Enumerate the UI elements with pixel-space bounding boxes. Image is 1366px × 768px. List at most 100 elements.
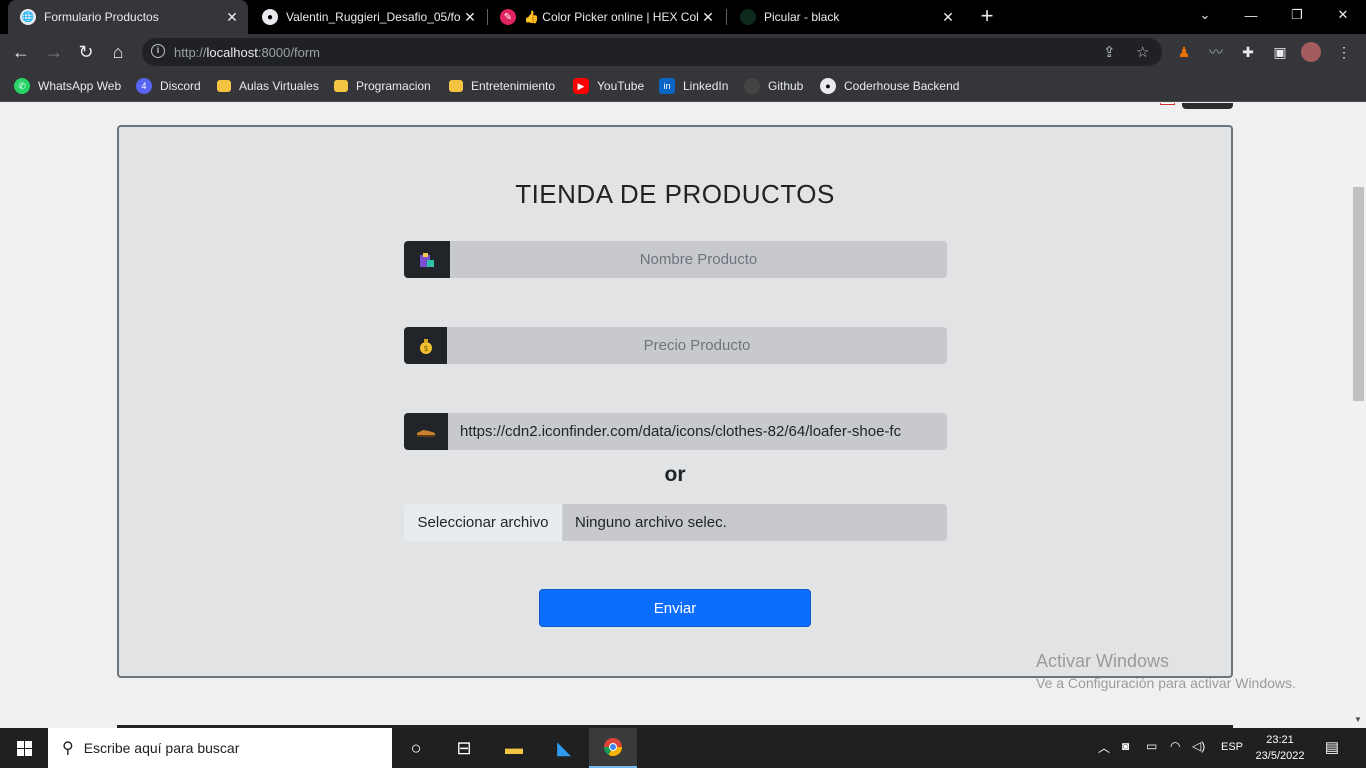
profile-avatar[interactable]	[1301, 42, 1321, 62]
picular-icon: ●	[740, 9, 756, 25]
language-indicator[interactable]: ESP	[1221, 741, 1243, 753]
bookmark-programacion[interactable]: Programacion	[334, 77, 431, 95]
file-upload-group[interactable]: Seleccionar archivo Ninguno archivo sele…	[404, 504, 947, 541]
coderhouse-icon: ●	[820, 78, 836, 94]
system-clock[interactable]: 23:21 23/5/2022	[1252, 732, 1308, 764]
extension-wave-icon[interactable]: 〰	[1206, 42, 1226, 62]
product-price-group: $	[404, 327, 947, 364]
tab-github-repo[interactable]: ● Valentin_Ruggieri_Desafio_05/forr ✕	[250, 0, 486, 34]
bookmark-star-icon[interactable]: ☆	[1136, 43, 1149, 61]
page-scrollbar[interactable]: ▼	[1351, 103, 1366, 728]
github-icon	[744, 78, 760, 94]
search-icon: ⚲	[62, 740, 74, 757]
windows-logo-icon	[16, 740, 32, 756]
reload-button[interactable]: ↻	[74, 40, 98, 64]
folder-icon	[449, 80, 463, 92]
close-tab-icon[interactable]: ✕	[222, 9, 242, 26]
nav-cart-fragment[interactable]	[1160, 103, 1175, 105]
bookmark-entretenimiento[interactable]: Entretenimiento	[449, 77, 555, 95]
folder-icon	[334, 80, 348, 92]
cortana-icon[interactable]: ○	[392, 728, 440, 768]
bookmark-coderhouse[interactable]: ● Coderhouse Backend	[820, 77, 959, 95]
restore-button[interactable]: ❐	[1274, 0, 1320, 30]
browser-toolbar: ← → ↻ ⌂ i http://localhost:8000/form ⇪ ☆…	[0, 34, 1366, 70]
nav-button-fragment[interactable]	[1182, 103, 1233, 109]
vscode-icon[interactable]: ◣	[540, 728, 588, 768]
file-status-text: Ninguno archivo selec.	[563, 504, 947, 541]
bookmark-aulas-virtuales[interactable]: Aulas Virtuales	[217, 77, 319, 95]
start-button[interactable]	[0, 728, 48, 768]
folder-icon	[217, 80, 231, 92]
file-explorer-icon[interactable]: ▬	[490, 728, 538, 768]
taskbar-search[interactable]: ⚲ Escribe aquí para buscar	[48, 728, 392, 768]
address-bar[interactable]: i http://localhost:8000/form ⇪ ☆	[142, 38, 1162, 66]
close-tab-icon[interactable]: ✕	[698, 9, 718, 26]
activate-windows-watermark: Activar Windows Ve a Configuración para …	[1036, 651, 1296, 691]
svg-text:$: $	[423, 344, 428, 353]
page-title: TIENDA DE PRODUCTOS	[515, 179, 835, 209]
product-name-group	[404, 241, 947, 278]
submit-button[interactable]: Enviar	[539, 589, 811, 627]
page-viewport: TIENDA DE PRODUCTOS $	[0, 103, 1351, 728]
wifi-icon[interactable]: ◠	[1170, 739, 1180, 753]
tab-formulario-productos[interactable]: 🌐 Formulario Productos ✕	[8, 0, 248, 34]
tab-strip: 🌐 Formulario Productos ✕ ● Valentin_Rugg…	[0, 0, 1366, 34]
tab-title: Valentin_Ruggieri_Desafio_05/forr	[286, 10, 460, 24]
volume-icon[interactable]: ◁)	[1192, 739, 1205, 753]
close-tab-icon[interactable]: ✕	[460, 9, 480, 26]
product-name-input[interactable]	[450, 241, 947, 278]
product-image-url-group	[404, 413, 947, 450]
github-icon: ●	[262, 9, 278, 25]
taskbar-search-placeholder: Escribe aquí para buscar	[83, 740, 240, 756]
new-tab-button[interactable]: +	[976, 5, 998, 27]
bookmark-whatsapp[interactable]: ✆ WhatsApp Web	[14, 77, 121, 95]
tab-color-picker[interactable]: ✎ 👍 Color Picker online | HEX Colo ✕	[488, 0, 724, 34]
chrome-icon[interactable]	[589, 728, 637, 768]
bookmark-discord[interactable]: 4 Discord	[136, 77, 201, 95]
whatsapp-icon: ✆	[14, 78, 30, 94]
tab-picular[interactable]: ● Picular - black ✕	[728, 0, 964, 34]
select-file-button[interactable]: Seleccionar archivo	[404, 504, 563, 541]
youtube-icon: ▶	[573, 78, 589, 94]
shoe-icon	[404, 413, 448, 450]
home-button[interactable]: ⌂	[106, 40, 130, 64]
scroll-down-arrow-icon[interactable]: ▼	[1354, 715, 1362, 724]
discord-icon: 4	[136, 78, 152, 94]
or-separator: or	[664, 463, 686, 486]
product-image-url-input[interactable]	[448, 413, 947, 450]
windows-taskbar: ⚲ Escribe aquí para buscar ○ ⊟ ▬ ◣ ︿ ◙ ▭…	[0, 728, 1366, 768]
site-info-icon[interactable]: i	[151, 44, 165, 58]
close-tab-icon[interactable]: ✕	[938, 9, 958, 26]
package-icon	[404, 241, 450, 278]
task-view-icon[interactable]: ⊟	[440, 728, 488, 768]
extensions-puzzle-icon[interactable]: ✚	[1238, 42, 1258, 62]
side-panel-icon[interactable]: ▣	[1270, 42, 1290, 62]
menu-kebab-icon[interactable]: ⋮	[1334, 42, 1354, 62]
extension-icon[interactable]: ♟	[1174, 42, 1194, 62]
back-button[interactable]: ←	[9, 40, 33, 64]
notifications-icon[interactable]: ▤	[1320, 738, 1344, 758]
scrollbar-thumb[interactable]	[1353, 187, 1364, 401]
product-form-card: TIENDA DE PRODUCTOS $	[117, 125, 1233, 678]
tab-title: 👍 Color Picker online | HEX Colo	[524, 10, 698, 24]
product-price-input[interactable]	[447, 327, 947, 364]
tab-search-button[interactable]: ⌄	[1182, 0, 1228, 30]
money-bag-icon: $	[404, 327, 447, 364]
tab-title: Formulario Productos	[44, 10, 159, 24]
globe-icon: 🌐	[20, 9, 36, 25]
bookmarks-bar: ✆ WhatsApp Web 4 Discord Aulas Virtuales…	[0, 70, 1366, 102]
tab-title: Picular - black	[764, 10, 840, 24]
forward-button[interactable]: →	[42, 40, 66, 64]
close-window-button[interactable]: ✕	[1320, 0, 1366, 30]
color-picker-icon: ✎	[500, 9, 516, 25]
url-text[interactable]: http://localhost:8000/form	[174, 45, 320, 60]
battery-icon[interactable]: ▭	[1146, 739, 1157, 753]
linkedin-icon: in	[659, 78, 675, 94]
share-icon[interactable]: ⇪	[1103, 43, 1116, 61]
tray-chevron-icon[interactable]: ︿	[1098, 739, 1110, 756]
bookmark-youtube[interactable]: ▶ YouTube	[573, 77, 644, 95]
minimize-button[interactable]: —	[1228, 0, 1274, 30]
bookmark-linkedin[interactable]: in LinkedIn	[659, 77, 728, 95]
bookmark-github[interactable]: Github	[744, 77, 803, 95]
meet-now-icon[interactable]: ◙	[1122, 739, 1129, 753]
